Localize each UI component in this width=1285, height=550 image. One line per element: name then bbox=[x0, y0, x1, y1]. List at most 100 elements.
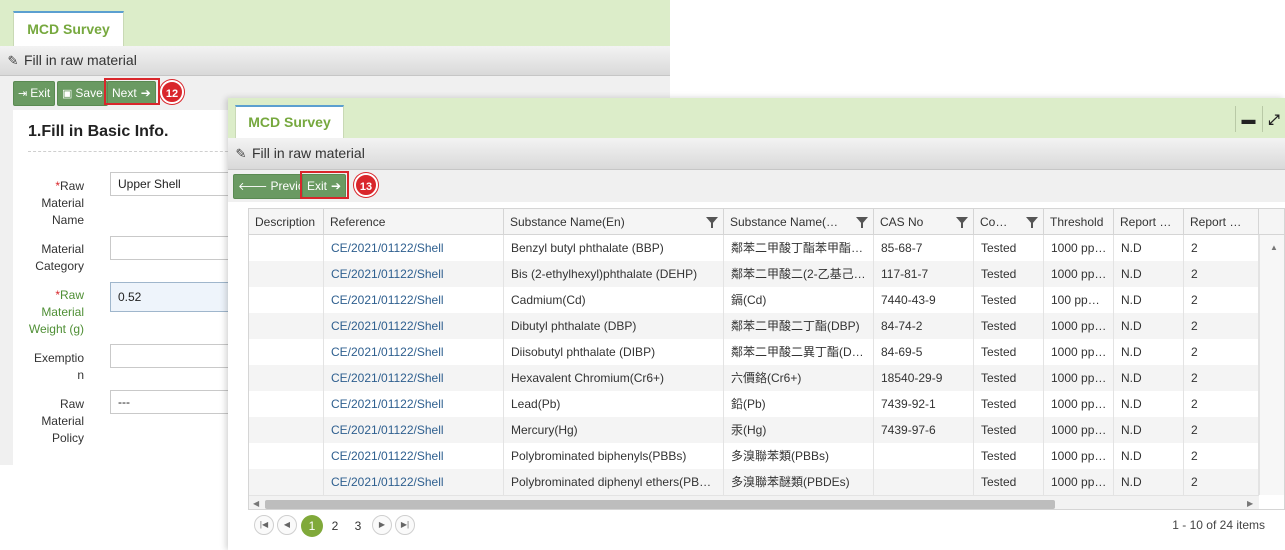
col-description[interactable]: Description bbox=[249, 209, 324, 235]
col-cas-no[interactable]: CAS No bbox=[874, 209, 974, 235]
table-row[interactable]: CE/2021/01122/Shell Bis (2-ethylhexyl)pht… bbox=[249, 261, 1259, 287]
table-row[interactable]: CE/2021/01122/Shell Diisobutyl phthalate … bbox=[249, 339, 1259, 365]
save-icon: ▣ bbox=[62, 88, 73, 100]
exit-button-label: Exit bbox=[30, 86, 51, 100]
table-row[interactable]: CE/2021/01122/Shell Cadmium(Cd) 鎘(Cd) 7440-… bbox=[249, 287, 1259, 313]
label-raw-material-weight: *Raw Material Weight (g) bbox=[28, 288, 84, 336]
cell-reference[interactable]: CE/2021/01122/Shell bbox=[324, 417, 504, 443]
cell-substance-name-zh: 多溴聯苯類(PBBs) bbox=[724, 443, 874, 469]
cell-reference[interactable]: CE/2021/01122/Shell bbox=[324, 391, 504, 417]
section-divider bbox=[28, 151, 238, 152]
cell-substance-name-zh: 鉛(Pb) bbox=[724, 391, 874, 417]
cell-reference[interactable]: CE/2021/01122/Shell bbox=[324, 235, 504, 261]
cell-substance-name-en: Polybrominated diphenyl ethers(PB… bbox=[504, 469, 724, 495]
back-title-text: Fill in raw material bbox=[24, 52, 137, 68]
cell-report-result: N.D bbox=[1114, 261, 1184, 287]
cell-substance-name-zh: 鄰苯二甲酸二(2-乙基己… bbox=[724, 261, 874, 287]
cell-substance-name-zh: 六價鉻(Cr6+) bbox=[724, 365, 874, 391]
exit-highlight-box bbox=[300, 171, 349, 199]
cell-description bbox=[249, 339, 324, 365]
cell-status: Tested bbox=[974, 365, 1044, 391]
cell-reference[interactable]: CE/2021/01122/Shell bbox=[324, 339, 504, 365]
minimize-icon[interactable]: ▬ bbox=[1235, 106, 1261, 132]
pager-info: 1 - 10 of 24 items bbox=[1172, 518, 1265, 532]
cell-cas-no: 18540-29-9 bbox=[874, 365, 974, 391]
front-title-text: Fill in raw material bbox=[252, 145, 365, 161]
raw-material-policy-select[interactable]: --- bbox=[110, 390, 240, 414]
material-category-select[interactable] bbox=[110, 236, 240, 260]
cell-threshold: 1000 pp… bbox=[1044, 339, 1114, 365]
cell-report-result: N.D bbox=[1114, 313, 1184, 339]
cell-report-count: 2 bbox=[1184, 235, 1259, 261]
prev-page-icon[interactable]: ◀ bbox=[277, 515, 297, 535]
table-row[interactable]: CE/2021/01122/Shell Hexavalent Chromium(C… bbox=[249, 365, 1259, 391]
table-row[interactable]: CE/2021/01122/Shell Polybrominated diphen… bbox=[249, 469, 1259, 495]
filter-icon[interactable] bbox=[1026, 217, 1038, 228]
label-raw-material-policy: Raw Material Policy bbox=[41, 397, 84, 445]
horizontal-scroll-thumb[interactable] bbox=[265, 500, 1055, 509]
exemption-select[interactable] bbox=[110, 344, 240, 368]
scroll-up-icon[interactable]: ▲ bbox=[1270, 243, 1278, 252]
table-row[interactable]: CE/2021/01122/Shell Polybrominated biphen… bbox=[249, 443, 1259, 469]
maximize-icon[interactable]: ⤢ bbox=[1262, 106, 1285, 132]
cell-substance-name-en: Cadmium(Cd) bbox=[504, 287, 724, 313]
horizontal-scrollbar[interactable]: ◀ ▶ bbox=[249, 495, 1259, 509]
col-co[interactable]: Co… bbox=[974, 209, 1044, 235]
cell-status: Tested bbox=[974, 417, 1044, 443]
filter-icon[interactable] bbox=[856, 217, 868, 228]
cell-cas-no: 7439-97-6 bbox=[874, 417, 974, 443]
cell-reference[interactable]: CE/2021/01122/Shell bbox=[324, 261, 504, 287]
scroll-right-icon[interactable]: ▶ bbox=[1247, 499, 1253, 508]
front-panel-title: ✎ Fill in raw material bbox=[228, 138, 1285, 170]
cell-reference[interactable]: CE/2021/01122/Shell bbox=[324, 469, 504, 495]
cell-threshold: 1000 pp… bbox=[1044, 365, 1114, 391]
cell-reference[interactable]: CE/2021/01122/Shell bbox=[324, 365, 504, 391]
raw-material-name-input[interactable]: Upper Shell bbox=[110, 172, 240, 196]
col-report-1[interactable]: Report … bbox=[1114, 209, 1184, 235]
cell-substance-name-en: Hexavalent Chromium(Cr6+) bbox=[504, 365, 724, 391]
cell-report-count: 2 bbox=[1184, 469, 1259, 495]
filter-icon[interactable] bbox=[706, 217, 718, 228]
exit-button[interactable]: ⇥ Exit bbox=[13, 81, 56, 106]
cell-reference[interactable]: CE/2021/01122/Shell bbox=[324, 313, 504, 339]
cell-status: Tested bbox=[974, 313, 1044, 339]
scroll-left-icon[interactable]: ◀ bbox=[253, 499, 259, 508]
label-exemption: Exemptio n bbox=[33, 351, 84, 382]
cell-report-count: 2 bbox=[1184, 339, 1259, 365]
page-2[interactable]: 2 bbox=[324, 515, 346, 537]
last-page-icon[interactable]: ▶| bbox=[395, 515, 415, 535]
cell-reference[interactable]: CE/2021/01122/Shell bbox=[324, 443, 504, 469]
col-substance-name-en[interactable]: Substance Name(En) bbox=[504, 209, 724, 235]
save-button-label: Save bbox=[75, 86, 103, 100]
table-row[interactable]: CE/2021/01122/Shell Lead(Pb) 鉛(Pb) 7439-92-… bbox=[249, 391, 1259, 417]
back-tab-mcd-survey[interactable]: MCD Survey bbox=[13, 11, 124, 47]
vertical-scrollbar[interactable]: ▲ bbox=[1259, 235, 1284, 495]
col-threshold[interactable]: Threshold bbox=[1044, 209, 1114, 235]
col-report-2[interactable]: Report … bbox=[1184, 209, 1259, 235]
col-substance-name-zh[interactable]: Substance Name(… bbox=[724, 209, 874, 235]
cell-substance-name-en: Dibutyl phthalate (DBP) bbox=[504, 313, 724, 339]
cell-cas-no bbox=[874, 443, 974, 469]
first-page-icon[interactable]: |◀ bbox=[254, 515, 274, 535]
cell-threshold: 1000 pp… bbox=[1044, 443, 1114, 469]
edit-icon: ✎ bbox=[235, 146, 247, 161]
save-button[interactable]: ▣ Save bbox=[57, 81, 108, 106]
page-1[interactable]: 1 bbox=[301, 515, 323, 537]
front-tab-mcd-survey[interactable]: MCD Survey bbox=[235, 105, 344, 139]
cell-reference[interactable]: CE/2021/01122/Shell bbox=[324, 287, 504, 313]
page-3[interactable]: 3 bbox=[347, 515, 369, 537]
cell-report-result: N.D bbox=[1114, 469, 1184, 495]
table-row[interactable]: CE/2021/01122/Shell Mercury(Hg) 汞(Hg) 7439-… bbox=[249, 417, 1259, 443]
cell-substance-name-zh: 鎘(Cd) bbox=[724, 287, 874, 313]
cell-threshold: 1000 pp… bbox=[1044, 391, 1114, 417]
cell-report-result: N.D bbox=[1114, 417, 1184, 443]
table-row[interactable]: CE/2021/01122/Shell Dibutyl phthalate (DB… bbox=[249, 313, 1259, 339]
cell-threshold: 1000 pp… bbox=[1044, 313, 1114, 339]
arrow-left-icon: 🡐 bbox=[238, 181, 268, 193]
filter-icon[interactable] bbox=[956, 217, 968, 228]
cell-description bbox=[249, 469, 324, 495]
raw-material-weight-input[interactable]: 0.52 bbox=[110, 282, 240, 312]
col-reference[interactable]: Reference bbox=[324, 209, 504, 235]
table-row[interactable]: CE/2021/01122/Shell Benzyl butyl phthalat… bbox=[249, 235, 1259, 261]
next-page-icon[interactable]: ▶ bbox=[372, 515, 392, 535]
